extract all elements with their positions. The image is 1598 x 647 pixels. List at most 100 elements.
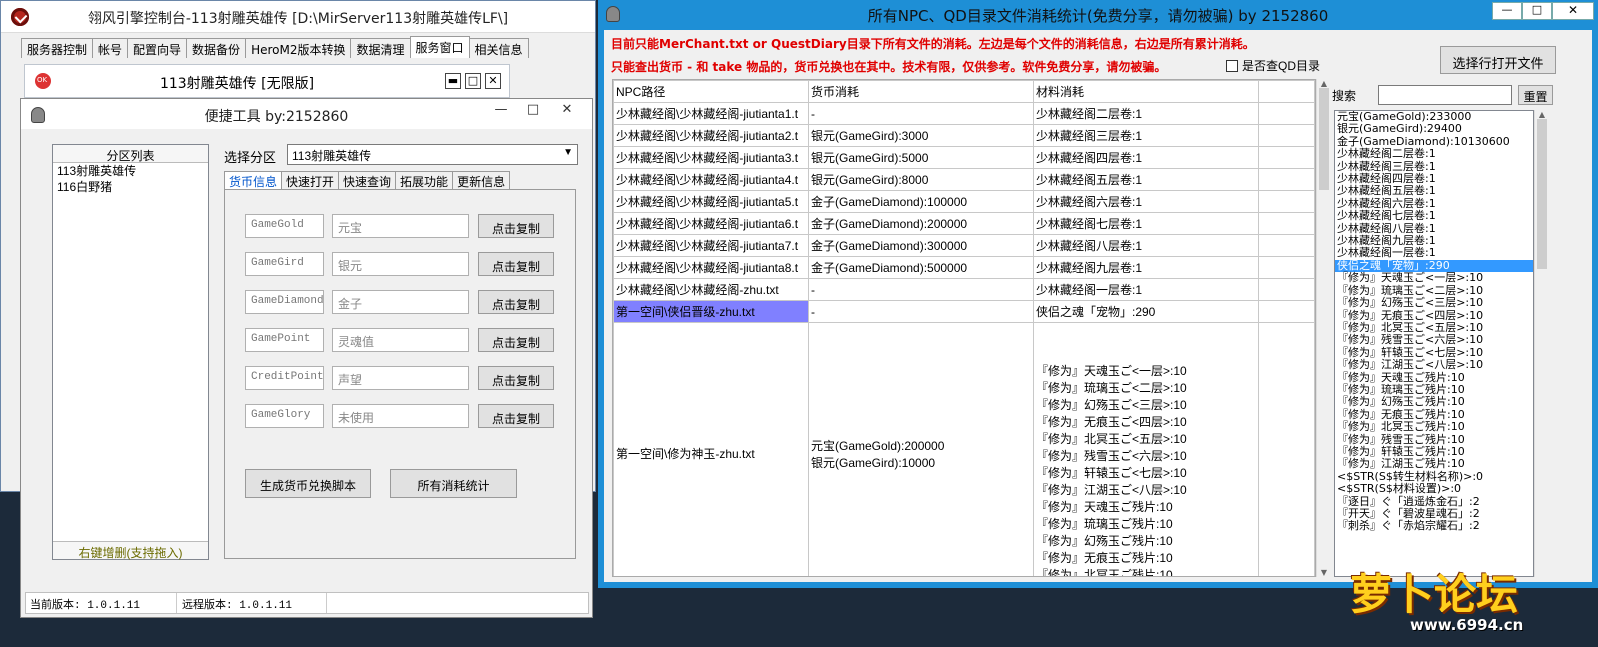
main-tab[interactable]: 相关信息: [468, 38, 529, 58]
server-minimize-button[interactable]: ▬: [445, 73, 461, 89]
material-cell[interactable]: 少林藏经阁四层卷:1: [1033, 146, 1259, 169]
currency-cell[interactable]: -: [808, 102, 1034, 125]
table-row[interactable]: 少林藏经阁\少林藏经阁-jiutianta5.t 金子(GameDiamond):…: [613, 190, 1315, 213]
table-row[interactable]: 少林藏经阁\少林藏经阁-jiutianta3.t 银元(GameGird):500…: [613, 146, 1315, 169]
npc-path-cell[interactable]: 第一空间\侠侣晋级-zhu.txt: [613, 300, 809, 323]
table-row[interactable]: 少林藏经阁\少林藏经阁-zhu.txt - 少林藏经阁一层卷:1: [613, 278, 1315, 301]
table-row[interactable]: 少林藏经阁\少林藏经阁-jiutianta6.t 金子(GameDiamond):…: [613, 212, 1315, 235]
currency-cell[interactable]: 银元(GameGird):8000: [808, 168, 1034, 191]
total-item[interactable]: 『修为』幻殇玉ご<三层>:10: [1335, 296, 1533, 309]
total-item[interactable]: 『修为』江湖玉ご残片:10: [1335, 457, 1533, 470]
currency-name-field[interactable]: 元宝: [332, 214, 469, 238]
material-cell[interactable]: 侠侣之魂「宠物」:290: [1033, 300, 1259, 323]
currency-code-field[interactable]: CreditPoint: [245, 366, 324, 390]
server-maximize-button[interactable]: □: [465, 73, 481, 89]
material-cell[interactable]: 少林藏经阁九层卷:1: [1033, 256, 1259, 279]
material-cell[interactable]: 少林藏经阁五层卷:1: [1033, 168, 1259, 191]
npc-path-cell[interactable]: 少林藏经阁\少林藏经阁-jiutianta5.t: [613, 190, 809, 213]
total-item[interactable]: 『修为』江湖玉ご<八层>:10: [1335, 358, 1533, 371]
total-item[interactable]: 少林藏经阁一层卷:1: [1335, 247, 1533, 260]
npc-path-cell[interactable]: 少林藏经阁\少林藏经阁-jiutianta7.t: [613, 234, 809, 257]
table-row[interactable]: 第一空间\侠侣晋级-zhu.txt - 侠侣之魂「宠物」:290: [613, 300, 1315, 323]
currency-code-field[interactable]: GameGlory: [245, 404, 324, 428]
column-header[interactable]: 货币消耗: [808, 80, 1034, 103]
copy-button[interactable]: 点击复制: [478, 214, 554, 238]
main-tab[interactable]: 配置向导: [127, 38, 188, 58]
copy-button[interactable]: 点击复制: [478, 366, 554, 390]
table-row[interactable]: 少林藏经阁\少林藏经阁-jiutianta4.t 银元(GameGird):800…: [613, 168, 1315, 191]
npc-path-cell[interactable]: 少林藏经阁\少林藏经阁-zhu.txt: [613, 278, 809, 301]
total-item[interactable]: 『修为』天魂玉ご<一层>:10: [1335, 271, 1533, 284]
currency-name-field[interactable]: 未使用: [332, 404, 469, 428]
currency-cell[interactable]: 银元(GameGird):5000: [808, 146, 1034, 169]
checkbox-box[interactable]: [1226, 59, 1238, 72]
tool-tab[interactable]: 快速查询: [338, 171, 397, 190]
currency-code-field[interactable]: GameGird: [245, 252, 324, 276]
currency-cell[interactable]: -: [808, 278, 1034, 301]
qd-checkbox[interactable]: 是否查QD目录: [1226, 57, 1320, 74]
total-item[interactable]: 『修为』残雪玉ご<六层>:10: [1335, 333, 1533, 346]
npc-path-cell[interactable]: 少林藏经阁\少林藏经阁-jiutianta8.t: [613, 256, 809, 279]
npc-path-cell[interactable]: 少林藏经阁\少林藏经阁-jiutianta4.t: [613, 168, 809, 191]
table-scrollbar[interactable]: ▲ ▼: [1316, 79, 1331, 577]
total-item[interactable]: <$STR(S$材料设置)>:0: [1335, 482, 1533, 495]
tool-tab[interactable]: 货币信息: [224, 171, 283, 190]
material-cell[interactable]: 少林藏经阁六层卷:1: [1033, 190, 1259, 213]
main-tab[interactable]: 数据备份: [186, 38, 247, 58]
material-cell[interactable]: 少林藏经阁一层卷:1: [1033, 278, 1259, 301]
npc-path-cell[interactable]: 少林藏经阁\少林藏经阁-jiutianta2.t: [613, 124, 809, 147]
currency-cell[interactable]: 元宝(GameGold):200000 银元(GameGird):10000: [808, 322, 1034, 576]
total-item[interactable]: 『刺杀』ぐ「赤焰宗耀石」:2: [1335, 519, 1533, 532]
copy-button[interactable]: 点击复制: [478, 328, 554, 352]
currency-cell[interactable]: 金子(GameDiamond):200000: [808, 212, 1034, 235]
total-item[interactable]: 少林藏经阁五层卷:1: [1335, 185, 1533, 198]
npc-path-cell[interactable]: 少林藏经阁\少林藏经阁-jiutianta3.t: [613, 146, 809, 169]
copy-button[interactable]: 点击复制: [478, 252, 554, 276]
total-item[interactable]: 『修为』幻殇玉ご残片:10: [1335, 395, 1533, 408]
stats-minimize-button[interactable]: —: [1492, 2, 1522, 20]
open-file-button[interactable]: 选择行打开文件: [1440, 46, 1556, 74]
tool-maximize-button[interactable]: □: [515, 99, 551, 123]
generate-script-button[interactable]: 生成货币兑换脚本: [245, 469, 371, 498]
stats-close-button[interactable]: ✕: [1552, 2, 1594, 20]
npc-path-cell[interactable]: 第一空间\修为神玉-zhu.txt: [613, 322, 809, 576]
currency-name-field[interactable]: 声望: [332, 366, 469, 390]
tool-tab[interactable]: 拓展功能: [395, 171, 454, 190]
currency-code-field[interactable]: GameGold: [245, 214, 324, 238]
total-item[interactable]: 银元(GameGird):29400: [1335, 122, 1533, 135]
currency-cell[interactable]: 银元(GameGird):3000: [808, 124, 1034, 147]
copy-button[interactable]: 点击复制: [478, 404, 554, 428]
material-cell[interactable]: 少林藏经阁八层卷:1: [1033, 234, 1259, 257]
copy-button[interactable]: 点击复制: [478, 290, 554, 314]
table-row[interactable]: 第一空间\修为神玉-zhu.txt 元宝(GameGold):200000 银元(G…: [613, 322, 1315, 576]
currency-name-field[interactable]: 灵魂值: [332, 328, 469, 352]
tool-tab[interactable]: 快速打开: [281, 171, 340, 190]
main-tab[interactable]: HeroM2版本转换: [245, 38, 352, 58]
currency-cell[interactable]: 金子(GameDiamond):300000: [808, 234, 1034, 257]
main-tab[interactable]: 帐号: [92, 38, 129, 58]
partition-item[interactable]: 116白野猪: [53, 179, 208, 195]
currency-cell[interactable]: 金子(GameDiamond):100000: [808, 190, 1034, 213]
tool-close-button[interactable]: ✕: [549, 99, 585, 123]
material-cell[interactable]: 少林藏经阁七层卷:1: [1033, 212, 1259, 235]
currency-name-field[interactable]: 银元: [332, 252, 469, 276]
currency-cell[interactable]: 金子(GameDiamond):500000: [808, 256, 1034, 279]
reset-button[interactable]: 重置: [1518, 85, 1553, 105]
partition-item[interactable]: 113射雕英雄传: [53, 163, 208, 179]
currency-code-field[interactable]: GameDiamond: [245, 290, 324, 314]
material-cell[interactable]: 少林藏经阁二层卷:1: [1033, 102, 1259, 125]
total-item[interactable]: 少林藏经阁七层卷:1: [1335, 209, 1533, 222]
total-item[interactable]: 『修为』北冥玉ご残片:10: [1335, 420, 1533, 433]
table-row[interactable]: 少林藏经阁\少林藏经阁-jiutianta2.t 银元(GameGird):300…: [613, 124, 1315, 147]
currency-name-field[interactable]: 金子: [332, 290, 469, 314]
totals-scrollbar[interactable]: ▲: [1534, 110, 1549, 577]
currency-cell[interactable]: -: [808, 300, 1034, 323]
partition-list[interactable]: 分区列表 113射雕英雄传 116白野猪 右键增删(支持拖入): [52, 144, 209, 560]
npc-path-cell[interactable]: 少林藏经阁\少林藏经阁-jiutianta6.t: [613, 212, 809, 235]
material-cell[interactable]: 少林藏经阁三层卷:1: [1033, 124, 1259, 147]
table-row[interactable]: 少林藏经阁\少林藏经阁-jiutianta8.t 金子(GameDiamond):…: [613, 256, 1315, 279]
table-row[interactable]: 少林藏经阁\少林藏经阁-jiutianta7.t 金子(GameDiamond):…: [613, 234, 1315, 257]
main-tab[interactable]: 数据清理: [350, 38, 411, 58]
partition-select[interactable]: 113射雕英雄传 ▼: [287, 144, 578, 165]
tool-tab[interactable]: 更新信息: [452, 171, 511, 190]
